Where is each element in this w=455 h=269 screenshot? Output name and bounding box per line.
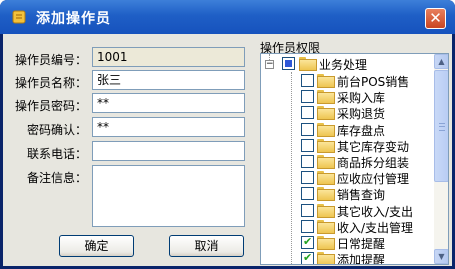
permission-checkbox[interactable] (301, 155, 314, 168)
tree-node-label: 添加提醒 (337, 253, 386, 265)
operator-name-field[interactable]: 张三 (92, 70, 245, 90)
permission-checkbox[interactable] (301, 251, 314, 264)
collapse-icon[interactable]: − (265, 60, 274, 69)
permission-checkbox[interactable] (301, 235, 314, 249)
remarks-label: 备注信息： (26, 171, 87, 185)
folder-icon (317, 155, 335, 169)
folder-icon (317, 203, 335, 218)
permission-checkbox[interactable] (301, 203, 314, 217)
permission-checkbox[interactable] (301, 90, 314, 104)
dialog-window: 添加操作员 ✕ 操作员编号： 1001 操作员名称： 张三 操作员密码： ** … (0, 0, 455, 269)
tree-node-item[interactable]: 添加提醒 (261, 249, 434, 265)
permission-checkbox[interactable] (301, 138, 314, 152)
dialog-title: 添加操作员 (36, 11, 111, 27)
folder-icon (317, 236, 335, 250)
scroll-up-icon[interactable]: ▲ (434, 54, 448, 69)
phone-field[interactable] (92, 141, 245, 161)
password-confirm-label: 密码确认： (26, 123, 87, 137)
operator-password-field[interactable]: ** (92, 93, 245, 113)
permission-checkbox[interactable] (301, 171, 314, 185)
close-button[interactable]: ✕ (425, 8, 446, 29)
operator-password-label: 操作员密码： (14, 99, 87, 113)
vertical-scrollbar[interactable]: ▲ ▼ (434, 54, 448, 264)
scroll-down-icon[interactable]: ▼ (434, 249, 448, 264)
app-icon (12, 10, 26, 24)
remarks-field[interactable] (92, 165, 245, 227)
folder-icon (317, 252, 335, 264)
cancel-button[interactable]: 取消 (169, 235, 244, 257)
permission-checkbox[interactable] (301, 219, 314, 233)
permissions-tree-content: − 业务处理 前台POS销售 采购入库 采购退货 库存盘点 其它库存变动 商品拆分组装 应收… (261, 54, 434, 265)
ok-button[interactable]: 确定 (59, 235, 134, 257)
folder-icon (317, 187, 335, 202)
folder-icon (317, 106, 335, 121)
folder-icon (317, 219, 335, 234)
scroll-thumb[interactable] (434, 70, 448, 182)
permissions-tree[interactable]: − 业务处理 前台POS销售 采购入库 采购退货 库存盘点 其它库存变动 商品拆分组装 应收… (260, 53, 449, 265)
operator-name-label: 操作员名称： (14, 76, 87, 90)
folder-icon (317, 122, 335, 137)
folder-icon (317, 171, 335, 186)
phone-label: 联系电话： (26, 147, 87, 161)
operator-id-field[interactable]: 1001 (92, 47, 245, 67)
operator-id-label: 操作员编号： (14, 53, 87, 67)
permission-checkbox[interactable] (301, 187, 314, 201)
tree-node-business[interactable]: − 业务处理 (261, 54, 434, 72)
permission-checkbox[interactable] (301, 106, 314, 120)
checkbox-business[interactable] (282, 57, 295, 70)
permission-checkbox[interactable] (301, 74, 314, 87)
folder-icon (317, 90, 335, 105)
grip-icon (439, 123, 445, 131)
folder-icon (299, 57, 317, 71)
folder-icon (317, 74, 335, 88)
title-bar[interactable]: 添加操作员 ✕ (0, 0, 455, 34)
permission-checkbox[interactable] (301, 122, 314, 136)
dialog-body: 操作员编号： 1001 操作员名称： 张三 操作员密码： ** 密码确认： **… (3, 34, 452, 266)
password-confirm-field[interactable]: ** (92, 117, 245, 137)
folder-icon (317, 138, 335, 153)
